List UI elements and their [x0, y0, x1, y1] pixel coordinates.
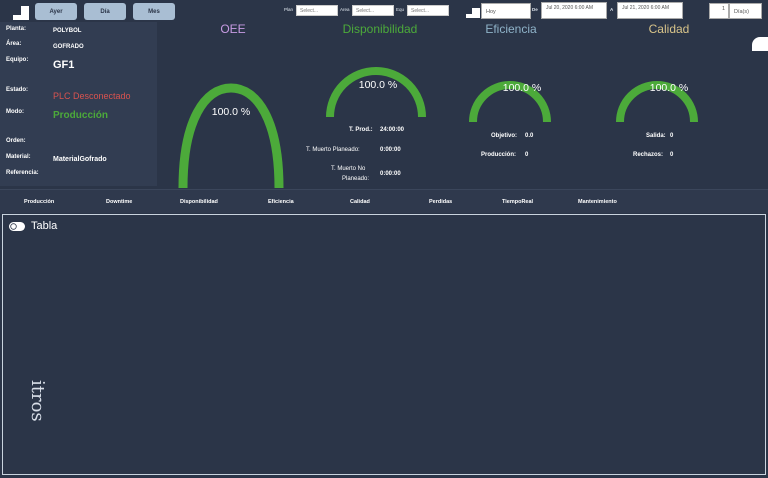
tab-produccion[interactable]: Producción [24, 199, 54, 205]
rotated-axis-label: itros [27, 380, 48, 422]
top-bar: Ayer Día Mes Plan Select... Area Select.… [0, 0, 768, 22]
equipo-filter-label: Equ [396, 7, 405, 12]
tab-downtime[interactable]: Downtime [106, 199, 132, 205]
orden-label: Orden: [6, 138, 26, 144]
material-label: Material: [6, 154, 31, 160]
oee-value: 100.0 % [211, 106, 251, 118]
objetivo-value: 0.0 [525, 133, 534, 139]
equipment-info-panel: Planta: POLYBOL Área: GOFRADO Equipo: GF… [0, 22, 157, 186]
tab-perdidas[interactable]: Perdidas [429, 199, 452, 205]
modo-value: Producción [53, 110, 109, 121]
planta-select[interactable]: Select... [296, 5, 338, 16]
tab-disponibilidad[interactable]: Disponibilidad [180, 199, 218, 205]
salida-value: 0 [670, 133, 674, 139]
disponibilidad-value: 100.0 % [358, 79, 398, 91]
area-filter-label: Area [340, 7, 350, 12]
t-muerto-planeado-value: 0:00:00 [380, 147, 401, 153]
range-preset-select[interactable]: Hoy [481, 3, 531, 19]
from-date-input[interactable]: Jul 20, 2020 6:00 AM [541, 2, 607, 19]
t-prod-value: 24:00:00 [380, 127, 405, 133]
area-value: GOFRADO [53, 44, 84, 50]
calidad-title: Calidad [648, 22, 690, 36]
produccion-value: 0 [525, 152, 529, 158]
table-panel: Tabla [2, 214, 766, 475]
estado-label: Estado: [6, 87, 29, 93]
objetivo-label: Objetivo: [491, 133, 518, 139]
eficiencia-title: Eficiencia [485, 22, 537, 36]
referencia-label: Referencia: [6, 170, 39, 176]
tab-calidad[interactable]: Calidad [350, 199, 370, 205]
planta-value: POLYBOL [53, 28, 82, 34]
section-tabs: Producción Downtime Disponibilidad Efici… [0, 189, 768, 213]
equipo-select[interactable]: Select... [407, 5, 449, 16]
equipo-label: Equipo: [6, 57, 29, 63]
modo-label: Modo: [6, 109, 24, 115]
building-icon [13, 6, 29, 20]
material-value: MaterialGofrado [53, 156, 107, 163]
calidad-value: 100.0 % [649, 82, 689, 94]
t-muerto-planeado-label: T. Muerto Planeado: [306, 147, 360, 153]
estado-value: PLC Desconectado [53, 91, 131, 101]
area-label: Área: [6, 41, 22, 47]
produccion-label: Producción: [481, 152, 517, 158]
days-count-input[interactable]: 1 [709, 3, 729, 19]
table-title: Tabla [31, 220, 58, 232]
toggle-switch-icon[interactable] [9, 222, 25, 231]
planta-label: Planta: [6, 26, 27, 32]
area-select[interactable]: Select... [352, 5, 394, 16]
mes-button[interactable]: Mes [133, 3, 175, 20]
days-unit-select[interactable]: Día(s) [729, 3, 762, 19]
building-small-icon [466, 8, 480, 18]
de-label: De [532, 7, 538, 12]
tab-eficiencia[interactable]: Eficiencia [268, 199, 294, 205]
tab-tiemporeal[interactable]: TiempoReal [502, 199, 533, 205]
equipo-value: GF1 [53, 59, 75, 71]
eficiencia-value: 100.0 % [502, 82, 542, 94]
oee-gauge [178, 83, 284, 189]
disponibilidad-title: Disponibilidad [342, 22, 418, 36]
a-label: A [610, 7, 614, 12]
t-prod-label: T. Prod.: [349, 127, 373, 133]
t-muerto-no-planeado-value: 0:00:00 [380, 171, 401, 177]
t-muerto-no-label-1: T. Muerto No [331, 166, 366, 172]
dia-button[interactable]: Día [84, 3, 126, 20]
to-date-input[interactable]: Jul 21, 2020 6:00 AM [617, 2, 683, 19]
t-muerto-no-label-2: Planeado: [342, 176, 370, 182]
planta-filter-label: Plan [284, 7, 294, 12]
salida-label: Salida: [646, 133, 666, 139]
side-panel-handle[interactable] [752, 37, 768, 51]
rechazos-value: 0 [670, 152, 674, 158]
oee-title: OEE [220, 22, 246, 36]
ayer-button[interactable]: Ayer [35, 3, 77, 20]
rechazos-label: Rechazos: [633, 152, 664, 158]
tab-mantenimiento[interactable]: Mantenimiento [578, 199, 617, 205]
